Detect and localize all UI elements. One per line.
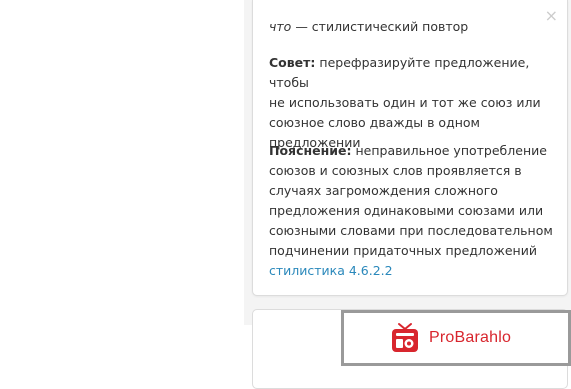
close-icon[interactable]: × <box>545 8 558 24</box>
rule-reference-link[interactable]: стилистика 4.6.2.2 <box>269 261 393 281</box>
explanation-label: Пояснение: <box>269 143 352 158</box>
issue-word: что <box>269 19 292 34</box>
explanation-paragraph: Пояснение: неправильное употребление сою… <box>269 141 559 261</box>
suggestion-card: × что — стилистический повтор Совет: пер… <box>252 0 568 296</box>
advice-label: Совет: <box>269 55 316 70</box>
advice-paragraph: Совет: перефразируйте предложение, чтобы… <box>269 53 559 153</box>
issue-text: — стилистический повтор <box>295 19 469 34</box>
issue-title: что — стилистический повтор <box>269 17 468 37</box>
radio-icon <box>392 323 418 352</box>
explanation-text: неправильное употребление союзов и союзн… <box>269 143 553 258</box>
probarahlo-watermark: ProBarahlo <box>341 310 571 366</box>
probarahlo-logo-text: ProBarahlo <box>429 329 512 346</box>
